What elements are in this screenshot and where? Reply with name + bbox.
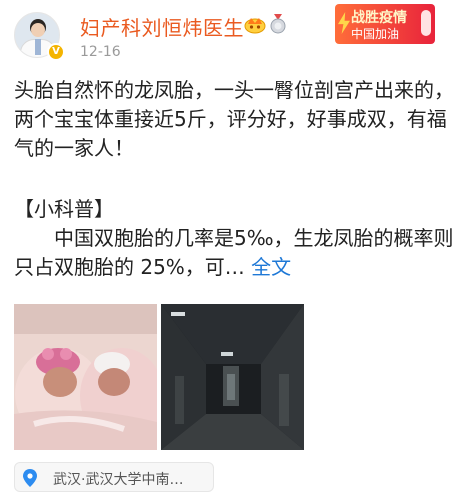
verified-badge-icon: V — [47, 43, 65, 61]
section-title: 【小科普】 — [14, 197, 114, 221]
crown-icon[interactable] — [244, 14, 266, 34]
hospital-corridor-photo[interactable] — [161, 304, 304, 450]
science-text: 中国双胞胎的几率是5‰，生龙凤胎的概率则只占双胞胎的 25%，可… — [14, 226, 454, 279]
medal-icon[interactable] — [269, 14, 287, 34]
post-body: 头胎自然怀的龙凤胎，一头一臀位剖宫产出来的，两个宝宝体重接近5斤，评分好，好事成… — [14, 76, 454, 282]
campaign-subtitle: 中国加油 — [351, 27, 400, 41]
location-pin-icon — [23, 469, 37, 487]
bolt-icon — [338, 12, 350, 34]
post-paragraph: 头胎自然怀的龙凤胎，一头一臀位剖宫产出来的，两个宝宝体重接近5斤，评分好，好事成… — [14, 78, 454, 160]
avatar[interactable]: V — [14, 12, 66, 64]
post-header: V 妇产科刘恒炜医生 12-16 战胜疫情 中国加油 — [0, 0, 467, 68]
torch-icon — [421, 10, 431, 36]
image-grid — [14, 304, 304, 450]
username[interactable]: 妇产科刘恒炜医生 — [80, 12, 244, 41]
campaign-badge[interactable]: 战胜疫情 中国加油 — [335, 4, 435, 44]
post-date: 12-16 — [80, 44, 121, 60]
campaign-title: 战胜疫情 — [351, 10, 407, 26]
post-paragraph-science: 中国双胞胎的几率是5‰，生龙凤胎的概率则只占双胞胎的 25%，可… 全文 — [14, 224, 454, 282]
location-tag[interactable]: 武汉·武汉大学中南… — [14, 462, 214, 492]
location-label: 武汉·武汉大学中南… — [53, 472, 184, 488]
full-text-link[interactable]: 全文 — [251, 255, 291, 279]
newborn-twins-photo[interactable] — [14, 304, 157, 450]
